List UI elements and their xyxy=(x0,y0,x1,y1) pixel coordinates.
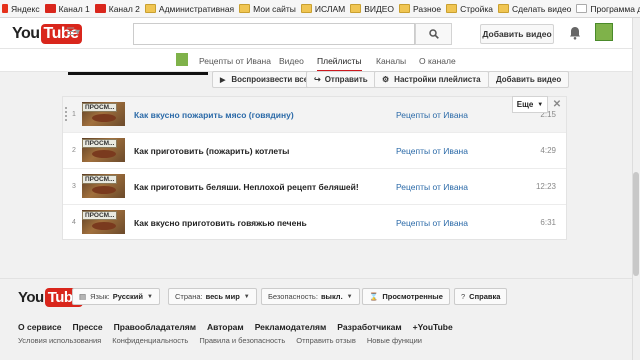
channel-link[interactable]: Рецепты от Ивана xyxy=(396,218,468,228)
video-title-link[interactable]: Как приготовить (пожарить) котлеты xyxy=(134,146,289,156)
youtube-icon xyxy=(44,4,56,13)
footer-link-terms[interactable]: Условия использования xyxy=(18,336,101,345)
folder-icon xyxy=(239,4,251,13)
bookmark-folder-misc[interactable]: Разное xyxy=(399,4,441,14)
play-all-button[interactable]: ▶ Воспроизвести все xyxy=(212,71,317,88)
video-thumbnail[interactable]: ПРОСМ... xyxy=(82,174,125,198)
bookmark-kanal-1[interactable]: Канал 1 xyxy=(44,4,90,14)
globe-icon: ▤ xyxy=(79,292,87,301)
drag-handle[interactable] xyxy=(65,107,67,121)
share-icon: ↪ xyxy=(314,75,321,84)
video-thumbnail[interactable]: ПРОСМ... xyxy=(82,210,125,234)
channel-link[interactable]: Рецепты от Ивана xyxy=(396,110,468,120)
add-video-to-playlist-button[interactable]: Добавить видео xyxy=(488,71,570,88)
footer-link-creators[interactable]: Авторам xyxy=(207,322,244,332)
video-thumbnail[interactable]: ПРОСМ... xyxy=(82,102,125,126)
folder-icon xyxy=(446,4,458,13)
tab-home[interactable]: Рецепты от Ивана xyxy=(199,56,271,66)
playlist-header-bar xyxy=(68,72,208,75)
playlist-settings-button[interactable]: ⚙ Настройки плейлиста xyxy=(374,71,489,88)
footer-link-new-features[interactable]: Новые функции xyxy=(367,336,422,345)
gear-icon: ⚙ xyxy=(382,75,390,84)
language-picker[interactable]: ▤ Язык: Русский ▼ xyxy=(72,288,160,305)
remove-icon[interactable]: ✕ xyxy=(550,98,564,112)
footer-link-press[interactable]: Прессе xyxy=(73,322,103,332)
video-thumbnail[interactable]: ПРОСМ... xyxy=(82,138,125,162)
tab-about[interactable]: О канале xyxy=(419,56,456,66)
safety-picker[interactable]: Безопасность: выкл. ▼ xyxy=(261,288,360,305)
search-input[interactable] xyxy=(133,23,415,45)
list-item[interactable]: 3 ПРОСМ... Как приготовить беляши. Непло… xyxy=(63,169,566,205)
folder-icon xyxy=(350,4,362,13)
folder-icon xyxy=(498,4,509,13)
search-icon xyxy=(428,29,439,39)
chevron-down-icon: ▼ xyxy=(243,293,250,300)
search-button[interactable] xyxy=(415,23,452,45)
folder-icon xyxy=(399,4,411,13)
list-item[interactable]: 1 ПРОСМ... Как вкусно пожарить мясо (гов… xyxy=(63,97,566,133)
tab-playlists[interactable]: Плейлисты xyxy=(317,56,362,72)
footer-link-about[interactable]: О сервисе xyxy=(18,322,62,332)
video-title-link[interactable]: Как вкусно пожарить мясо (говядину) xyxy=(134,110,294,120)
video-duration: 4:29 xyxy=(540,146,556,155)
google-icon xyxy=(576,4,588,13)
footer: You Tube ▤ Язык: Русский ▼ Страна: весь мир ▼ … xyxy=(0,278,632,360)
hourglass-icon: ⌛ xyxy=(369,292,379,301)
masthead: You Tube ☰▾ Добавить видео xyxy=(0,18,632,49)
bell-icon[interactable] xyxy=(569,26,581,40)
video-duration: 6:31 xyxy=(540,218,556,227)
footer-link-plus-youtube[interactable]: +YouTube xyxy=(413,322,453,332)
bookmark-kanal-2[interactable]: Канал 2 xyxy=(94,4,140,14)
scrollbar-thumb[interactable] xyxy=(633,172,639,276)
country-picker[interactable]: Страна: весь мир ▼ xyxy=(168,288,257,305)
list-item[interactable]: 2 ПРОСМ... Как приготовить (пожарить) ко… xyxy=(63,133,566,169)
youtube-icon xyxy=(94,4,106,13)
yandex-icon xyxy=(2,4,8,13)
footer-link-copyright[interactable]: Правообладателям xyxy=(114,322,196,332)
share-button[interactable]: ↪ Отправить xyxy=(306,71,376,88)
avatar[interactable] xyxy=(595,23,613,41)
folder-icon xyxy=(144,4,156,13)
footer-legal-links: Условия использования Конфиденциальность П… xyxy=(18,336,433,345)
chevron-down-icon: ▼ xyxy=(537,101,544,108)
video-title-link[interactable]: Как вкусно приготовить говяжью печень xyxy=(134,218,307,228)
footer-links: О сервисе Прессе Правообладателям Авторам Ре… xyxy=(18,322,464,332)
play-icon: ▶ xyxy=(220,76,226,84)
add-video-button[interactable]: Добавить видео xyxy=(480,24,554,44)
channel-link[interactable]: Рецепты от Ивана xyxy=(396,182,468,192)
bookmark-folder-make-video[interactable]: Сделать видео xyxy=(498,4,571,14)
bookmark-program[interactable]: Программа для расс... xyxy=(576,4,640,14)
video-title-link[interactable]: Как приготовить беляши. Неплохой рецепт … xyxy=(134,182,359,192)
footer-link-developers[interactable]: Разработчикам xyxy=(337,322,401,332)
footer-link-advertisers[interactable]: Рекламодателям xyxy=(255,322,327,332)
bookmark-yandex[interactable]: Яндекс xyxy=(2,4,40,14)
guide-menu-icon[interactable]: ☰▾ xyxy=(66,28,80,38)
folder-icon xyxy=(300,4,312,13)
bookmark-folder-admin[interactable]: Административная xyxy=(144,4,234,14)
list-item[interactable]: 4 ПРОСМ... Как вкусно приготовить говяжь… xyxy=(63,205,566,241)
bookmarks-bar: Яндекс Канал 1 Канал 2 Административная … xyxy=(0,0,640,18)
playlist-video-list: 1 ПРОСМ... Как вкусно пожарить мясо (гов… xyxy=(62,96,567,240)
chevron-down-icon: ▼ xyxy=(147,293,153,300)
bookmark-folder-islam[interactable]: ИСЛАМ xyxy=(300,4,345,14)
footer-link-feedback[interactable]: Отправить отзыв xyxy=(296,336,356,345)
channel-avatar[interactable] xyxy=(176,53,188,66)
bookmark-folder-sites[interactable]: Мои сайты xyxy=(239,4,296,14)
footer-link-privacy[interactable]: Конфиденциальность xyxy=(112,336,188,345)
more-dropdown-button[interactable]: Еще ▼ xyxy=(512,96,548,113)
footer-link-policy[interactable]: Правила и безопасность xyxy=(199,336,285,345)
bookmark-folder-video[interactable]: ВИДЕО xyxy=(350,4,394,14)
history-button[interactable]: ⌛ Просмотренные xyxy=(362,288,450,305)
help-button[interactable]: ? Справка xyxy=(454,288,508,305)
chevron-down-icon: ▼ xyxy=(346,293,353,300)
tab-videos[interactable]: Видео xyxy=(279,56,304,66)
bookmark-folder-build[interactable]: Стройка xyxy=(446,4,493,14)
channel-nav: Рецепты от Ивана Видео Плейлисты Каналы … xyxy=(0,49,632,72)
tab-channels[interactable]: Каналы xyxy=(376,56,406,66)
help-icon: ? xyxy=(461,292,466,301)
video-duration: 12:23 xyxy=(535,182,556,191)
channel-link[interactable]: Рецепты от Ивана xyxy=(396,146,468,156)
